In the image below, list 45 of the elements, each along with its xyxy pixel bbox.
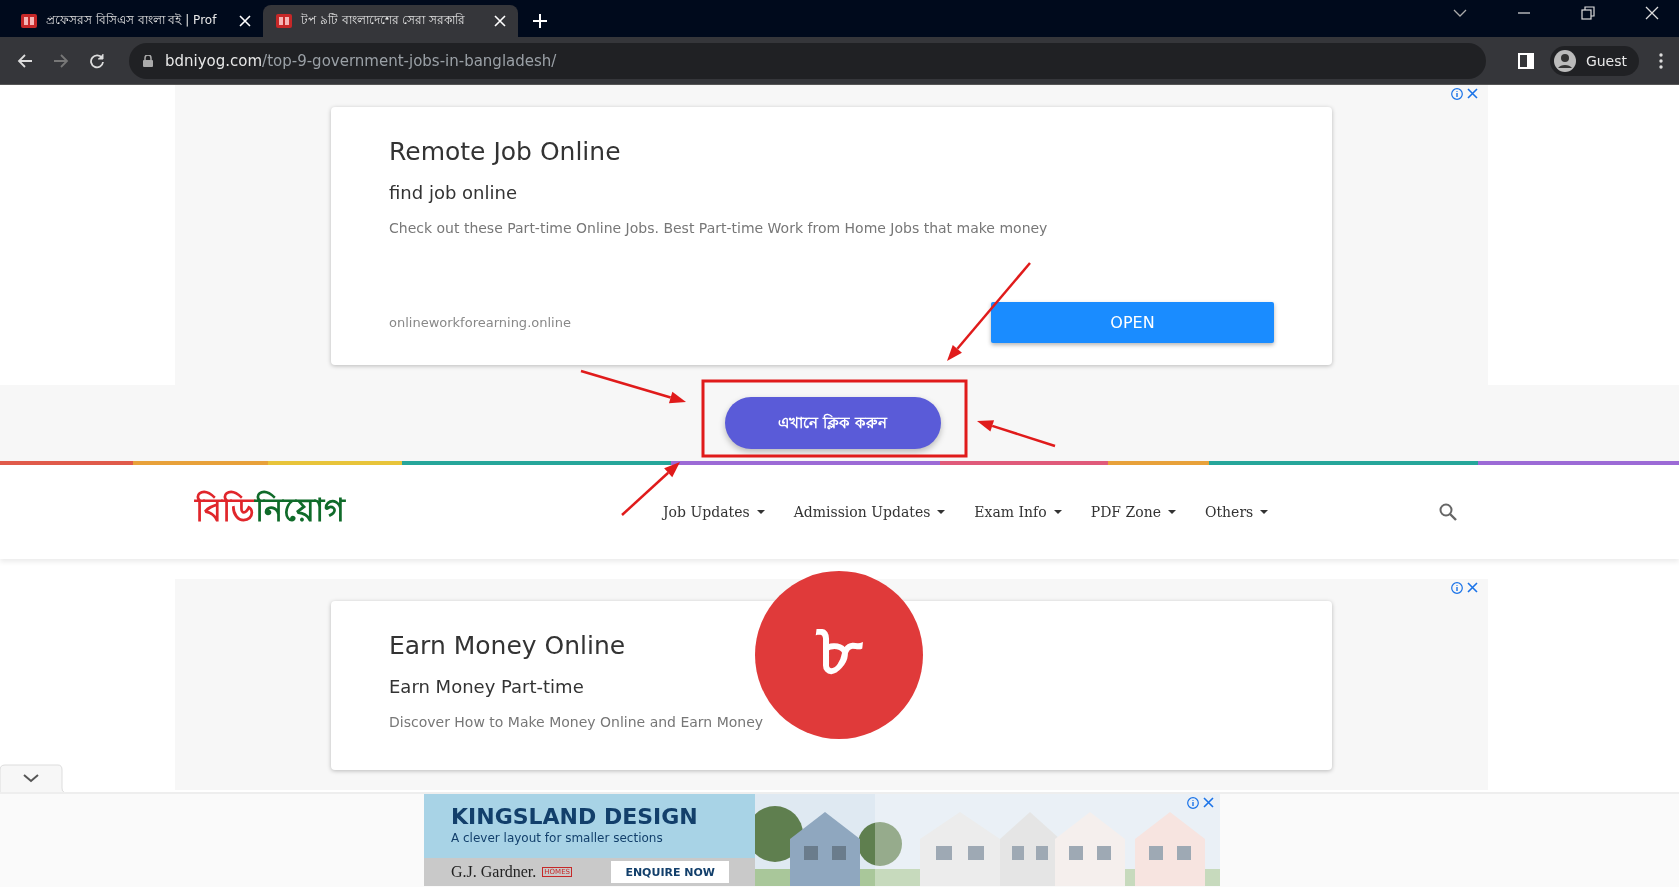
info-icon[interactable]: [1187, 797, 1199, 809]
browser-tab[interactable]: টপ ৯টি বাংলাদেশের সেরা সরকারি: [263, 5, 518, 37]
click-here-button[interactable]: এখানে ক্লিক করুন: [724, 397, 941, 449]
avatar-icon: [1553, 49, 1576, 72]
ad-title[interactable]: Remote Job Online: [389, 137, 621, 166]
tab-search-icon[interactable]: [1453, 7, 1467, 18]
brand-name: G.J. Gardner.: [451, 863, 537, 881]
back-icon[interactable]: [17, 52, 33, 69]
caret-icon: [1167, 508, 1177, 516]
ad-title[interactable]: Earn Money Online: [389, 631, 626, 660]
browser-tab[interactable]: প্রফেসরস বিসিএস বাংলা বই | Prof: [8, 5, 263, 37]
caret-icon: [755, 508, 766, 516]
caret-icon: [936, 508, 947, 516]
site-favicon: [275, 12, 293, 30]
nav-menu-item[interactable]: Job Updates: [663, 504, 766, 520]
search-icon[interactable]: [1439, 503, 1457, 521]
banner-tagline: A clever layout for smaller sections: [451, 831, 664, 845]
address-bar[interactable]: bdniyog.com/top-9-government-jobs-in-bangladesh/: [129, 42, 1486, 79]
forward-icon: [53, 52, 69, 69]
caret-icon: [1052, 508, 1063, 516]
ad-subtitle: find job online: [389, 182, 517, 203]
enquire-button[interactable]: ENQUIRE NOW: [611, 861, 729, 883]
ad-subtitle: Earn Money Part-time: [389, 676, 584, 697]
banner-headline: KINGSLAND DESIGN: [451, 804, 699, 829]
url-text: bdniyog.com/top-9-government-jobs-in-bangladesh/: [165, 51, 557, 70]
tab-title: টপ ৯টি বাংলাদেশের সেরা সরকারি: [301, 12, 467, 29]
nav-menu-item[interactable]: Admission Updates: [793, 504, 947, 520]
nav-menu-item[interactable]: PDF Zone: [1090, 504, 1177, 520]
site-favicon: [20, 12, 38, 30]
more-icon[interactable]: [1659, 52, 1663, 69]
info-icon[interactable]: [1451, 88, 1463, 100]
ad-domain[interactable]: onlineworkforearning.online: [389, 315, 571, 330]
restore-icon[interactable]: [1581, 5, 1595, 20]
caret-icon: [1259, 508, 1270, 516]
profile-button[interactable]: Guest: [1549, 45, 1639, 76]
info-icon[interactable]: [1451, 582, 1463, 594]
reload-icon[interactable]: [89, 52, 105, 69]
nav-menu-item[interactable]: Exam Info: [974, 504, 1063, 520]
new-tab-icon[interactable]: [532, 13, 548, 29]
tab-title: প্রফেসরস বিসিএস বাংলা বই | Prof: [46, 12, 218, 29]
lock-icon: [143, 54, 153, 67]
side-panel-icon[interactable]: [1517, 52, 1534, 69]
site-logo[interactable]: বিডিনিয়োগ: [195, 485, 345, 539]
ad-description: Check out these Part-time Online Jobs. Best Part-time Work from Home Jobs that make money: [389, 220, 1048, 236]
nav-menu-item[interactable]: Others: [1205, 504, 1270, 520]
